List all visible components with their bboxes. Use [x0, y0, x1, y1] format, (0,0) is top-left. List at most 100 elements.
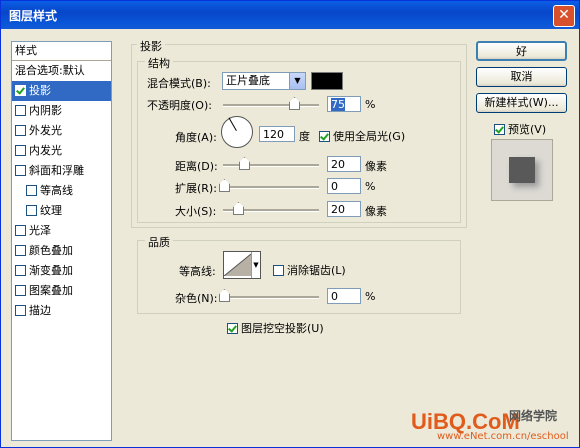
watermark-tag: 网络学院: [509, 409, 558, 423]
style-item-checkbox[interactable]: [15, 104, 26, 116]
style-item[interactable]: 描边: [12, 301, 111, 321]
distance-label: 距离(D):: [175, 160, 218, 173]
blend-mode-select[interactable]: 正片叠底 ▼: [222, 72, 306, 90]
distance-unit: 像素: [365, 160, 387, 173]
noise-field[interactable]: 0: [327, 288, 361, 304]
contour-curve-icon: [223, 253, 252, 277]
style-item-label: 等高线: [40, 184, 73, 197]
antialias-option[interactable]: 消除锯齿(L): [273, 262, 346, 278]
spread-unit: %: [365, 180, 376, 193]
global-light-checkbox[interactable]: [319, 130, 330, 142]
style-item[interactable]: 斜面和浮雕: [12, 161, 111, 181]
drop-shadow-title: 投影: [137, 38, 165, 54]
window-title: 图层样式: [9, 9, 58, 23]
styles-header[interactable]: 样式: [12, 42, 111, 61]
style-item-label: 斜面和浮雕: [29, 164, 84, 177]
spread-slider-track[interactable]: [223, 186, 319, 189]
noise-slider-track[interactable]: [223, 296, 319, 299]
style-item[interactable]: 颜色叠加: [12, 241, 111, 261]
style-item-checkbox[interactable]: [15, 224, 26, 236]
contour-label: 等高线:: [179, 265, 216, 278]
antialias-checkbox[interactable]: [273, 264, 284, 276]
chevron-down-icon: ▼: [289, 73, 305, 89]
styles-list: 样式 混合选项:默认投影内阴影外发光内发光斜面和浮雕等高线纹理光泽颜色叠加渐变叠…: [11, 41, 112, 441]
blend-mode-label: 混合模式(B):: [147, 77, 211, 90]
style-item-checkbox[interactable]: [15, 304, 26, 316]
quality-title: 品质: [145, 234, 173, 250]
spread-label: 扩展(R):: [175, 182, 217, 195]
angle-dial[interactable]: [221, 116, 253, 148]
opacity-unit: %: [365, 98, 376, 111]
close-button[interactable]: ✕: [553, 5, 575, 27]
style-item-label: 渐变叠加: [29, 264, 73, 277]
preview-label: 预览(V): [508, 123, 547, 136]
noise-label: 杂色(N):: [175, 292, 218, 305]
ok-button[interactable]: 好: [476, 41, 567, 61]
opacity-slider-track[interactable]: [223, 104, 319, 107]
angle-unit: 度: [299, 130, 310, 143]
style-item-label: 投影: [29, 84, 51, 97]
style-item-checkbox[interactable]: [15, 264, 26, 276]
style-item[interactable]: 内阴影: [12, 101, 111, 121]
style-item-checkbox[interactable]: [15, 144, 26, 156]
style-item-checkbox[interactable]: [15, 84, 26, 96]
style-item-label: 纹理: [40, 204, 62, 217]
style-item[interactable]: 渐变叠加: [12, 261, 111, 281]
cancel-button[interactable]: 取消: [476, 67, 567, 87]
preview-checkbox[interactable]: [494, 123, 505, 135]
style-item-checkbox[interactable]: [15, 164, 26, 176]
size-unit: 像素: [365, 205, 387, 218]
style-item[interactable]: 图案叠加: [12, 281, 111, 301]
style-item-checkbox[interactable]: [26, 184, 37, 196]
blend-mode-value: 正片叠底: [226, 74, 270, 87]
style-item-label: 图案叠加: [29, 284, 73, 297]
contour-picker[interactable]: ▼: [223, 251, 261, 279]
global-light-option[interactable]: 使用全局光(G): [319, 128, 405, 144]
spread-field[interactable]: 0: [327, 178, 361, 194]
style-item-checkbox[interactable]: [15, 284, 26, 296]
noise-unit: %: [365, 290, 376, 303]
opacity-label: 不透明度(O):: [147, 99, 212, 112]
style-item[interactable]: 等高线: [12, 181, 111, 201]
blend-color-swatch[interactable]: [311, 72, 343, 90]
style-item-label: 内发光: [29, 144, 62, 157]
style-item-checkbox[interactable]: [26, 204, 37, 216]
style-item[interactable]: 混合选项:默认: [12, 61, 111, 81]
structure-title: 结构: [145, 55, 173, 71]
style-item[interactable]: 内发光: [12, 141, 111, 161]
angle-label: 角度(A):: [175, 131, 217, 144]
angle-needle: [228, 117, 237, 131]
preview-swatch: [509, 157, 535, 183]
preview-option[interactable]: 预览(V): [494, 121, 546, 137]
global-light-label: 使用全局光(G): [333, 130, 406, 143]
style-item-label: 颜色叠加: [29, 244, 73, 257]
knockout-label: 图层挖空投影(U): [241, 322, 324, 335]
style-item[interactable]: 投影: [12, 81, 111, 101]
style-item-label: 光泽: [29, 224, 51, 237]
style-item-label: 描边: [29, 304, 51, 317]
style-item-label: 混合选项:默认: [15, 64, 85, 77]
size-field[interactable]: 20: [327, 201, 361, 217]
knockout-option[interactable]: 图层挖空投影(U): [227, 320, 324, 336]
styles-items: 混合选项:默认投影内阴影外发光内发光斜面和浮雕等高线纹理光泽颜色叠加渐变叠加图案…: [12, 61, 111, 321]
style-item[interactable]: 光泽: [12, 221, 111, 241]
preview-thumbnail: [491, 139, 553, 201]
knockout-checkbox[interactable]: [227, 322, 238, 334]
style-item-label: 内阴影: [29, 104, 62, 117]
layer-style-dialog: 图层样式 ✕ 样式 混合选项:默认 投影 内阴影 外发光 内发光 斜面和浮雕 等高线 纹理 光泽…: [0, 0, 580, 448]
style-item-label: 外发光: [29, 124, 62, 137]
style-item[interactable]: 纹理: [12, 201, 111, 221]
contour-dropdown-icon[interactable]: ▼: [251, 252, 260, 278]
style-item-checkbox[interactable]: [15, 124, 26, 136]
style-item-checkbox[interactable]: [15, 244, 26, 256]
distance-slider-track[interactable]: [223, 164, 319, 167]
angle-field[interactable]: 120: [259, 126, 295, 142]
opacity-field[interactable]: 75: [327, 96, 361, 112]
distance-field[interactable]: 20: [327, 156, 361, 172]
style-item[interactable]: 外发光: [12, 121, 111, 141]
antialias-label: 消除锯齿(L): [287, 264, 346, 277]
watermark-site: www.eNet.com.cn/eschool: [437, 431, 569, 442]
size-label: 大小(S):: [175, 205, 217, 218]
new-style-button[interactable]: 新建样式(W)...: [476, 93, 567, 113]
title-bar[interactable]: 图层样式 ✕: [1, 1, 579, 29]
